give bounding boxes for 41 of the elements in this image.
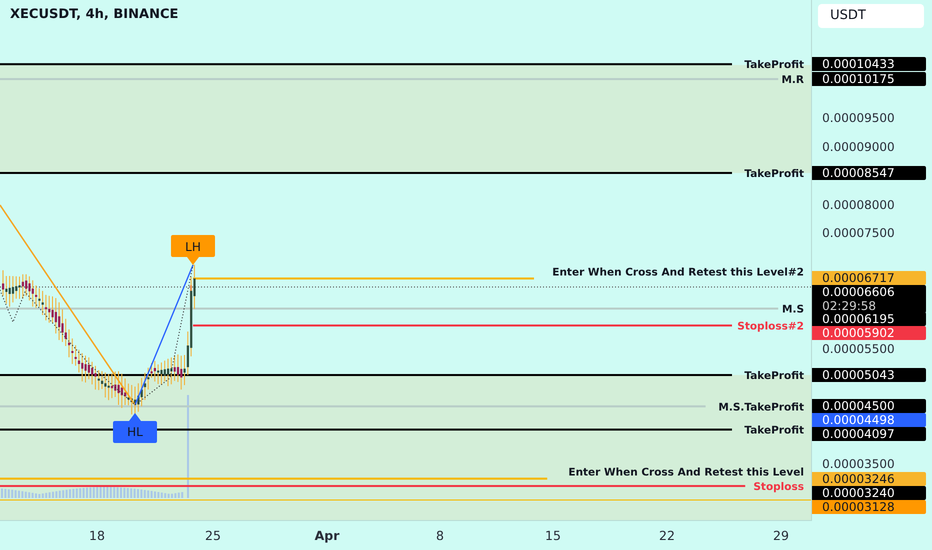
level-label: Enter When Cross And Retest this Level xyxy=(568,466,804,479)
price-value: 0.00003128 xyxy=(822,500,896,514)
countdown-timer: 02:29:58 xyxy=(822,299,878,314)
currency-selector[interactable]: USDT xyxy=(818,4,924,28)
level-label: TakeProfit xyxy=(744,424,804,437)
price-value: 0.00005043 xyxy=(822,368,896,382)
price-value: 0.00003240 xyxy=(822,486,896,500)
price-value: 0.00006606 xyxy=(822,285,896,300)
price-tick: 0.00009500 xyxy=(822,111,895,125)
time-tick: 15 xyxy=(545,528,561,543)
level-label: TakeProfit xyxy=(744,59,804,72)
level-label: M.R xyxy=(781,74,804,86)
level-label: TakeProfit xyxy=(744,370,804,382)
time-tick: 25 xyxy=(205,528,221,543)
level-label: TakeProfit xyxy=(744,168,804,180)
price-value: 0.00006195 xyxy=(822,312,896,326)
level-label: M.S xyxy=(782,304,804,316)
price-value: 0.00006717 xyxy=(822,271,896,286)
price-value: 0.00004498 xyxy=(822,413,896,428)
price-tick: 0.00009000 xyxy=(822,140,895,154)
price-tick: 0.00005500 xyxy=(822,342,895,356)
level-label: Stoploss#2 xyxy=(737,320,804,332)
time-tick: 8 xyxy=(436,528,444,543)
symbol-title: XECUSDT, 4h, BINANCE xyxy=(10,7,178,22)
time-tick: Apr xyxy=(314,528,340,543)
price-value: 0.00004500 xyxy=(822,399,896,414)
price-value: 0.00005902 xyxy=(822,326,896,340)
price-value: 0.00010433 xyxy=(822,57,896,72)
price-tick: 0.00008000 xyxy=(822,198,895,212)
price-tick: 0.00007500 xyxy=(822,226,895,240)
level-label: Stoploss xyxy=(753,481,804,494)
time-tick: 18 xyxy=(89,528,105,543)
price-value: 0.00003246 xyxy=(822,472,896,486)
price-value: 0.00004097 xyxy=(822,427,896,442)
price-value: 0.00010175 xyxy=(822,72,896,86)
time-tick: 22 xyxy=(659,528,675,543)
level-label: Enter When Cross And Retest this Level#2 xyxy=(552,266,804,278)
price-tick: 0.00003500 xyxy=(822,457,895,472)
level-label: M.S.TakeProfit xyxy=(718,401,804,414)
price-value: 0.00008547 xyxy=(822,166,896,180)
time-tick: 29 xyxy=(773,528,789,543)
